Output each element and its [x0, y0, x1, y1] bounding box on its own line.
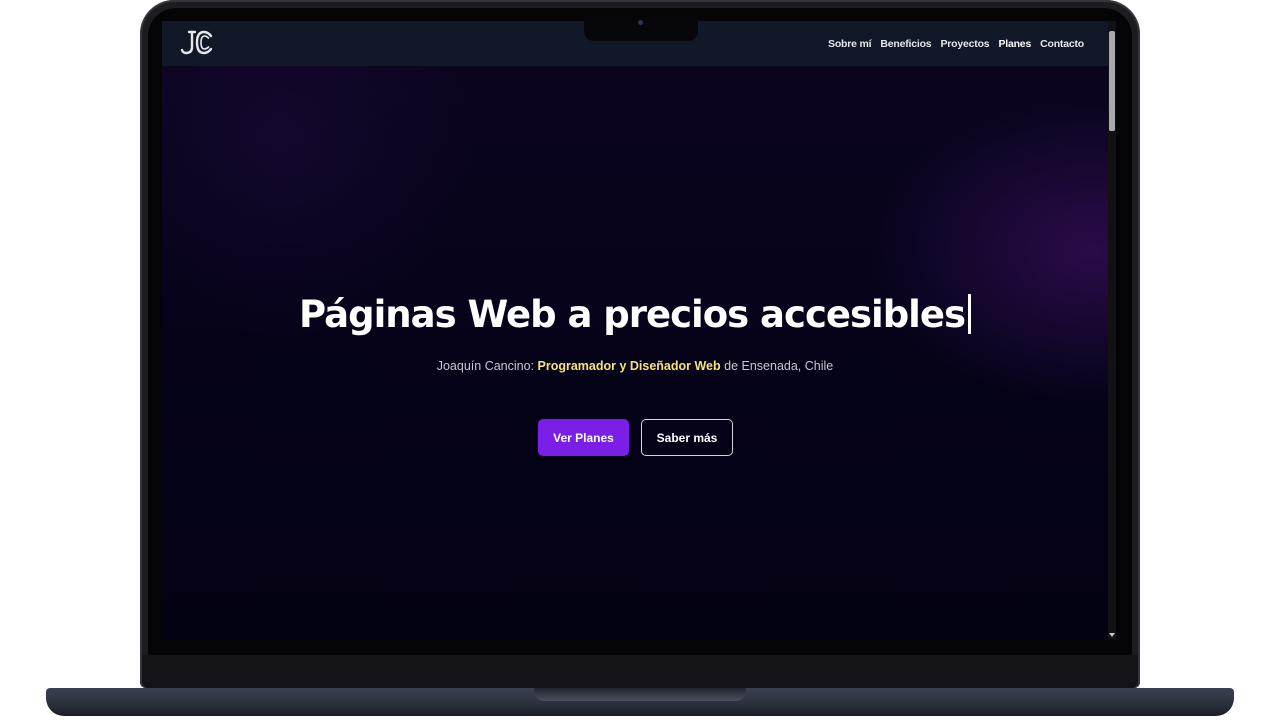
hero-title: Páginas Web a precios accesibles	[162, 293, 1108, 336]
hero-title-text: Páginas Web a precios accesibles	[299, 293, 966, 336]
nav-item-planes[interactable]: Planes	[998, 38, 1031, 50]
typing-cursor	[967, 294, 971, 334]
subtitle-prefix: Joaquín Cancino:	[436, 359, 538, 373]
browser-viewport: Sobre mí Beneficios Proyectos Planes Con…	[162, 21, 1116, 639]
camera-icon	[638, 20, 643, 25]
subtitle-highlight: Programador y Diseñador Web	[537, 359, 721, 373]
jc-logo-icon[interactable]	[180, 28, 214, 58]
laptop-opening-notch	[534, 688, 746, 701]
scroll-down-arrow-icon[interactable]	[1109, 633, 1115, 637]
nav-links: Sobre mí Beneficios Proyectos Planes Con…	[828, 21, 1084, 66]
nav-item-contacto[interactable]: Contacto	[1040, 38, 1084, 50]
saber-mas-button[interactable]: Saber más	[641, 419, 733, 456]
hero-subtitle: Joaquín Cancino: Programador y Diseñador…	[162, 359, 1108, 373]
nav-item-beneficios[interactable]: Beneficios	[880, 38, 931, 50]
ver-planes-button[interactable]: Ver Planes	[538, 419, 629, 456]
nav-item-sobre-mi[interactable]: Sobre mí	[828, 38, 872, 50]
scrollbar-thumb[interactable]	[1109, 31, 1115, 131]
nav-item-proyectos[interactable]: Proyectos	[940, 38, 989, 50]
laptop-chin	[142, 655, 1138, 688]
scrollbar[interactable]	[1108, 21, 1116, 639]
subtitle-suffix: de Ensenada, Chile	[720, 359, 834, 373]
